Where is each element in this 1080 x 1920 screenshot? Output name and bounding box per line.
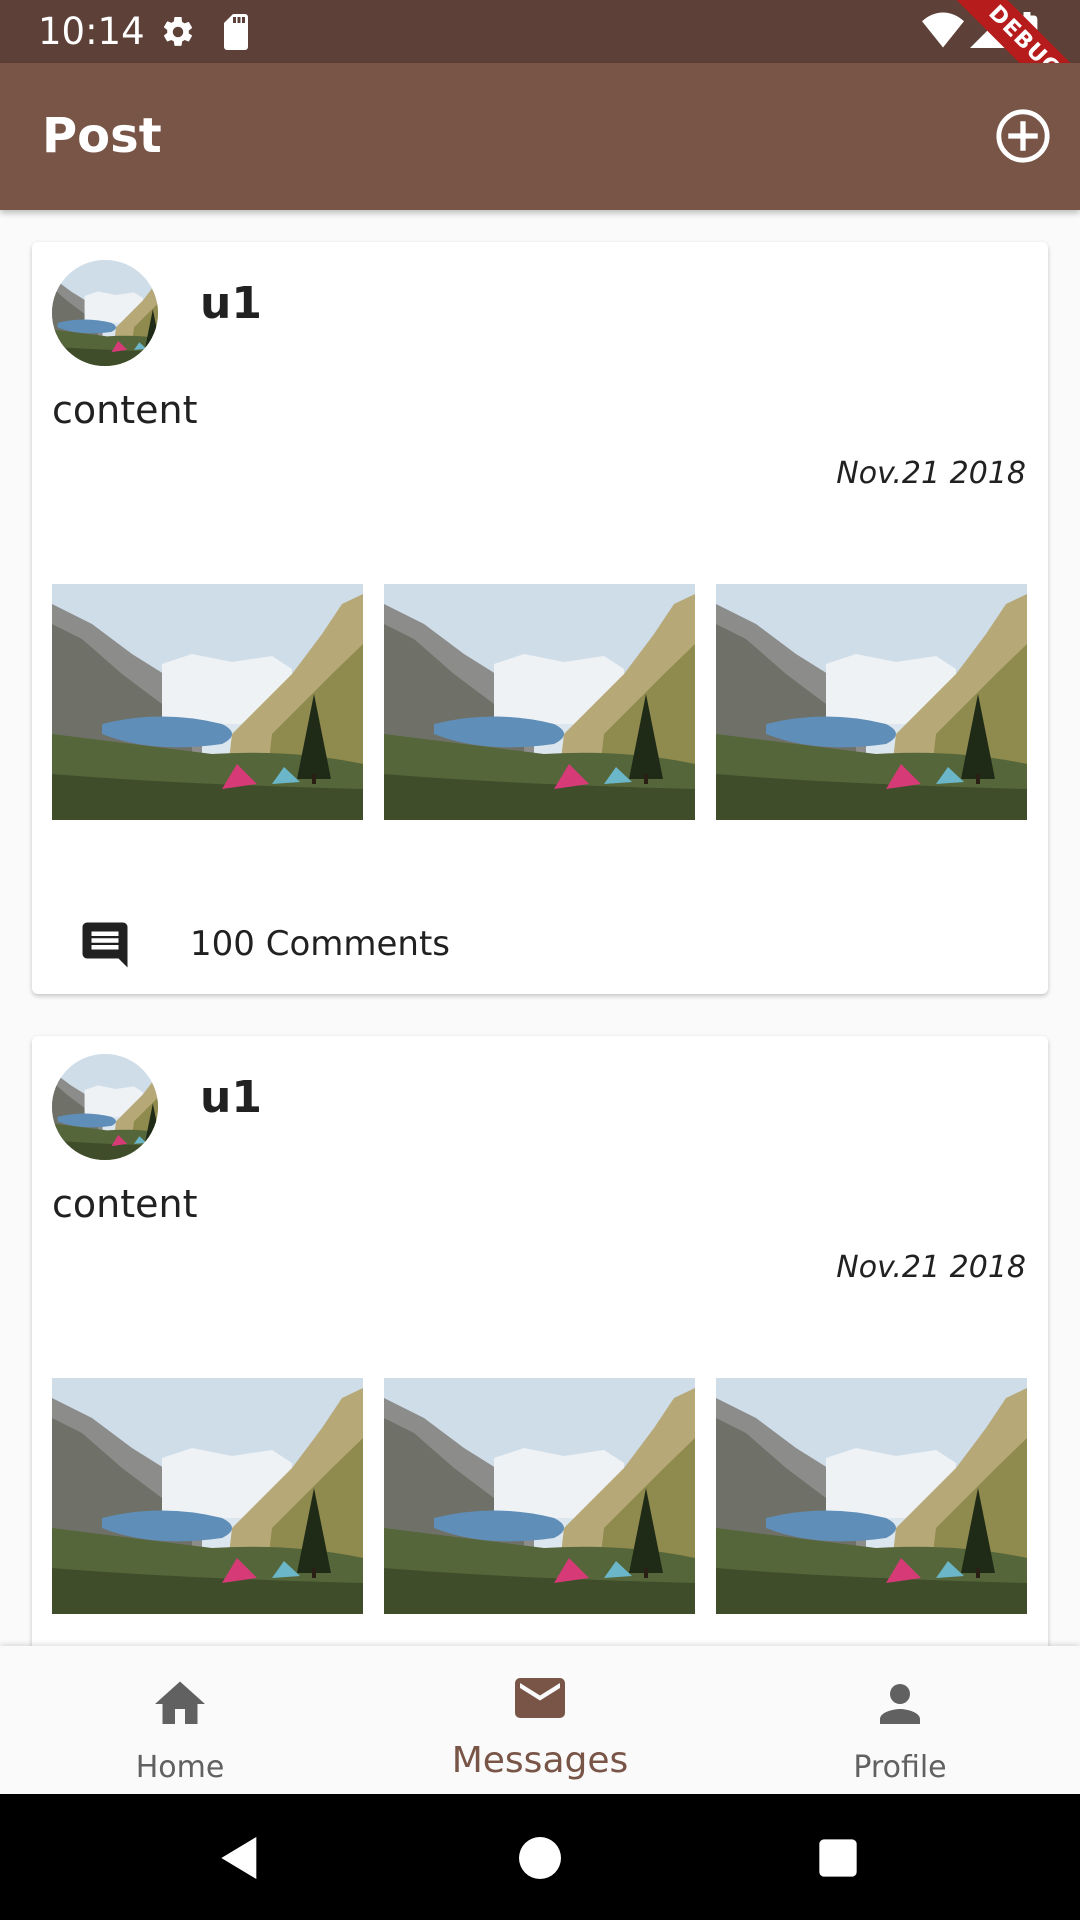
home-button-icon[interactable]: [512, 1830, 568, 1886]
post-content: content: [52, 1182, 198, 1226]
post-image[interactable]: [52, 1378, 363, 1614]
person-icon: [880, 1684, 920, 1724]
sd-card-icon: [224, 14, 248, 50]
avatar[interactable]: [52, 260, 158, 366]
post-image[interactable]: [384, 584, 695, 820]
post-date: Nov.21 2018: [836, 1250, 1026, 1285]
settings-icon: [163, 16, 193, 46]
post-feed[interactable]: u1 content Nov.21 2018 100 Comments u1 c…: [0, 210, 1080, 1646]
post-image[interactable]: [384, 1378, 695, 1614]
status-bar: 10:14 DEBUG: [0, 0, 1080, 126]
post-username[interactable]: u1: [200, 1072, 262, 1123]
avatar[interactable]: [52, 1054, 158, 1160]
nav-profile-label: Profile: [853, 1750, 947, 1785]
post-image[interactable]: [716, 584, 1027, 820]
page-title: Post: [42, 108, 162, 164]
nav-profile[interactable]: Profile: [720, 1646, 1080, 1794]
comments-count: 100 Comments: [190, 924, 450, 964]
back-icon[interactable]: [212, 1830, 268, 1886]
post-card[interactable]: u1 content Nov.21 2018 100 Comments: [32, 242, 1048, 994]
post-image[interactable]: [52, 584, 363, 820]
post-image[interactable]: [716, 1378, 1027, 1614]
post-date: Nov.21 2018: [836, 456, 1026, 491]
add-post-button[interactable]: [994, 107, 1052, 165]
comment-icon: [82, 922, 128, 968]
bottom-navigation: Home Messages Profile: [0, 1646, 1080, 1794]
nav-home[interactable]: Home: [0, 1646, 360, 1794]
nav-messages[interactable]: Messages: [360, 1646, 720, 1794]
system-navigation-bar: [0, 1794, 1080, 1920]
app-bar: Post: [0, 63, 1080, 210]
recents-icon[interactable]: [810, 1830, 866, 1886]
wifi-icon: [922, 12, 964, 48]
home-icon: [155, 1681, 205, 1724]
post-content: content: [52, 388, 198, 432]
post-card[interactable]: u1 content Nov.21 2018: [32, 1036, 1048, 1646]
nav-home-label: Home: [135, 1750, 225, 1785]
mail-icon: [515, 1678, 565, 1718]
nav-messages-label: Messages: [451, 1740, 629, 1781]
post-username[interactable]: u1: [200, 278, 262, 329]
status-time: 10:14: [38, 10, 145, 53]
